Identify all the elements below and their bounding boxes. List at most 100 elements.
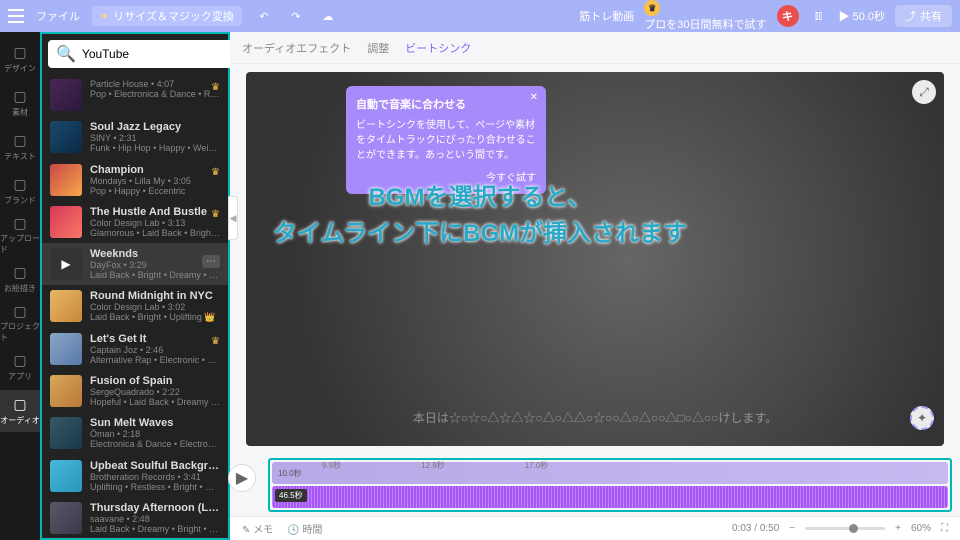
zoom-slider[interactable] bbox=[805, 527, 885, 530]
rail-item-7[interactable]: ▢アプリ bbox=[0, 346, 40, 388]
file-menu[interactable]: ファイル bbox=[36, 8, 80, 24]
track-item[interactable]: Sun Melt WavesÖman • 2:18Electronica & D… bbox=[42, 412, 228, 455]
tooltip-close-icon[interactable]: ✕ bbox=[530, 92, 538, 103]
timeline: ▶ 10.0秒 9.9秒 12.9秒 17.0秒 46.5秒 bbox=[230, 454, 960, 516]
redo-icon[interactable]: ↷ bbox=[286, 6, 306, 26]
tab-audio-effect[interactable]: オーディオエフェクト bbox=[242, 40, 351, 56]
menu-icon[interactable] bbox=[8, 9, 24, 23]
rail-icon: ▢ bbox=[12, 89, 28, 105]
track-tags: Uplifting • Restless • Bright • Drea… bbox=[90, 482, 220, 492]
track-item[interactable]: Upbeat Soulful Background-Int…Brotherati… bbox=[42, 455, 228, 497]
crown-icon: ♛ bbox=[644, 0, 660, 16]
sparkle-icon: ✦ bbox=[100, 10, 109, 23]
track-thumbnail bbox=[50, 79, 82, 111]
rail-icon: ▢ bbox=[12, 397, 28, 413]
rail-item-1[interactable]: ▢素材 bbox=[0, 82, 40, 124]
track-thumbnail: ▶ bbox=[50, 248, 82, 280]
rail-item-3[interactable]: ▢ブランド bbox=[0, 170, 40, 212]
track-thumbnail bbox=[50, 460, 82, 492]
collapse-handle[interactable]: ◀ bbox=[228, 196, 238, 240]
tab-beatsync[interactable]: ビートシンク bbox=[405, 40, 471, 56]
fullscreen-icon[interactable]: ⛶ bbox=[941, 523, 948, 534]
track-title: Thursday Afternoon (Laid Back … bbox=[90, 502, 220, 514]
track-tags: Electronica & Dance • Electronica 👑 bbox=[90, 439, 220, 450]
track-title: Sun Melt Waves bbox=[90, 417, 220, 429]
search-input[interactable] bbox=[82, 47, 237, 61]
track-item[interactable]: Let's Get ItCaptain Joz • 2:46Alternativ… bbox=[42, 328, 228, 370]
tracks-container: 10.0秒 9.9秒 12.9秒 17.0秒 46.5秒 bbox=[268, 458, 952, 512]
track-meta: Captain Joz • 2:46 bbox=[90, 345, 220, 355]
track-tags: Laid Back • Bright • Dreamy • … bbox=[90, 270, 220, 280]
tooltip-body: ビートシンクを使用して、ページや素材をタイムトラックにぴったり合わせることができ… bbox=[356, 116, 536, 161]
undo-icon[interactable]: ↶ bbox=[254, 6, 274, 26]
play-button[interactable]: ▶ bbox=[228, 464, 256, 492]
resize-button[interactable]: ✦リサイズ＆マジック変換 bbox=[92, 6, 242, 26]
play-icon: ▶ bbox=[61, 257, 70, 271]
track-item[interactable]: Particle House • 4:07Pop • Electronica &… bbox=[42, 74, 228, 116]
expand-icon[interactable]: ⤢ bbox=[912, 80, 936, 104]
time-mode-button[interactable]: 🕓 時間 bbox=[287, 521, 322, 536]
track-tags: Pop • Electronica & Dance • Relaxi… bbox=[90, 89, 220, 99]
track-title: Fusion of Spain bbox=[90, 375, 220, 387]
track-item[interactable]: Fusion of SpainSergeQuadrado • 2:22Hopef… bbox=[42, 370, 228, 412]
track-title: Champion bbox=[90, 164, 220, 176]
cloud-icon[interactable]: ☁ bbox=[318, 6, 338, 26]
rail-icon: ▢ bbox=[12, 215, 28, 231]
rail-item-0[interactable]: ▢デザイン bbox=[0, 38, 40, 80]
audio-track[interactable]: 46.5秒 bbox=[272, 486, 948, 508]
track-item[interactable]: ▶ WeekndsDayFox • 3:29Laid Back • Bright … bbox=[42, 243, 228, 285]
analytics-icon[interactable]: ⫾⫾ bbox=[809, 6, 829, 26]
rail-item-4[interactable]: ▢アップロード bbox=[0, 214, 40, 256]
track-item[interactable]: Round Midnight in NYCColor Design Lab • … bbox=[42, 285, 228, 328]
track-thumbnail bbox=[50, 375, 82, 407]
track-meta: SergeQuadrado • 2:22 bbox=[90, 387, 220, 397]
avatar[interactable]: キ bbox=[777, 5, 799, 27]
track-tags: Hopeful • Laid Back • Dreamy • Ha… bbox=[90, 397, 220, 407]
rail-item-2[interactable]: ▢テキスト bbox=[0, 126, 40, 168]
track-tags: Alternative Rap • Electronic • Hip… bbox=[90, 355, 220, 365]
track-title: Let's Get It bbox=[90, 333, 220, 345]
tab-adjust[interactable]: 調整 bbox=[367, 40, 389, 56]
track-thumbnail bbox=[50, 164, 82, 196]
rail-icon: ▢ bbox=[12, 45, 28, 61]
share-button[interactable]: ⤴ 共有 bbox=[895, 5, 952, 27]
add-magic-icon[interactable]: ✦ bbox=[910, 406, 934, 430]
track-meta: saavane • 2:48 bbox=[90, 514, 220, 524]
waveform bbox=[272, 486, 948, 508]
track-tags: Funk • Hip Hop • Happy • Weird 👑 bbox=[90, 143, 220, 154]
beatsync-tooltip: ✕ 自動で音楽に合わせる ビートシンクを使用して、ページや素材をタイムトラックに… bbox=[346, 86, 546, 194]
track-title: Weeknds bbox=[90, 248, 220, 260]
playback-time: 0:03 / 0:50 bbox=[732, 523, 779, 534]
track-thumbnail bbox=[50, 417, 82, 449]
bottombar: ✎ メモ 🕓 時間 0:03 / 0:50 − + 60% ⛶ bbox=[230, 516, 960, 540]
track-title: Soul Jazz Legacy bbox=[90, 121, 220, 133]
track-item[interactable]: Soul Jazz LegacySINY • 2:31Funk • Hip Ho… bbox=[42, 116, 228, 159]
more-icon[interactable]: ⋯ bbox=[202, 255, 220, 268]
track-meta: Color Design Lab • 3:02 bbox=[90, 302, 220, 312]
track-item[interactable]: ChampionMondays • Lilla My • 3:05Pop • H… bbox=[42, 159, 228, 201]
tooltip-title: 自動で音楽に合わせる bbox=[356, 96, 536, 112]
track-thumbnail bbox=[50, 333, 82, 365]
play-duration[interactable]: ▶ 50.0秒 bbox=[839, 8, 885, 24]
memo-button[interactable]: ✎ メモ bbox=[242, 521, 273, 536]
zoom-in-icon[interactable]: + bbox=[895, 523, 901, 534]
track-tags: Pop • Happy • Eccentric bbox=[90, 186, 220, 196]
track-meta: DayFox • 3:29 bbox=[90, 260, 220, 270]
track-item[interactable]: The Hustle And BustleColor Design Lab • … bbox=[42, 201, 228, 243]
rail-icon: ▢ bbox=[12, 265, 28, 281]
track-item[interactable]: Thursday Afternoon (Laid Back …saavane •… bbox=[42, 497, 228, 538]
canvas-area: オーディオエフェクト 調整 ビートシンク ✕ 自動で音楽に合わせる ビートシンク… bbox=[230, 32, 960, 540]
crown-icon: ♛ bbox=[211, 82, 220, 93]
crown-icon: ♛ bbox=[211, 167, 220, 178]
rail-item-8[interactable]: ▢オーディオ bbox=[0, 390, 40, 432]
pro-trial-button[interactable]: ♛ プロを30日間無料で試す bbox=[644, 0, 766, 32]
track-title: Round Midnight in NYC bbox=[90, 290, 220, 302]
rail-item-6[interactable]: ▢プロジェクト bbox=[0, 302, 40, 344]
zoom-out-icon[interactable]: − bbox=[789, 523, 795, 534]
video-track[interactable]: 10.0秒 9.9秒 12.9秒 17.0秒 bbox=[272, 462, 948, 484]
track-meta: Particle House • 4:07 bbox=[90, 79, 220, 89]
rail-item-5[interactable]: ▢お絵描き bbox=[0, 258, 40, 300]
video-preview[interactable]: ✕ 自動で音楽に合わせる ビートシンクを使用して、ページや素材をタイムトラックに… bbox=[246, 72, 944, 446]
audio-duration-badge: 46.5秒 bbox=[275, 489, 307, 502]
project-name[interactable]: 筋トレ動画 bbox=[579, 8, 634, 24]
